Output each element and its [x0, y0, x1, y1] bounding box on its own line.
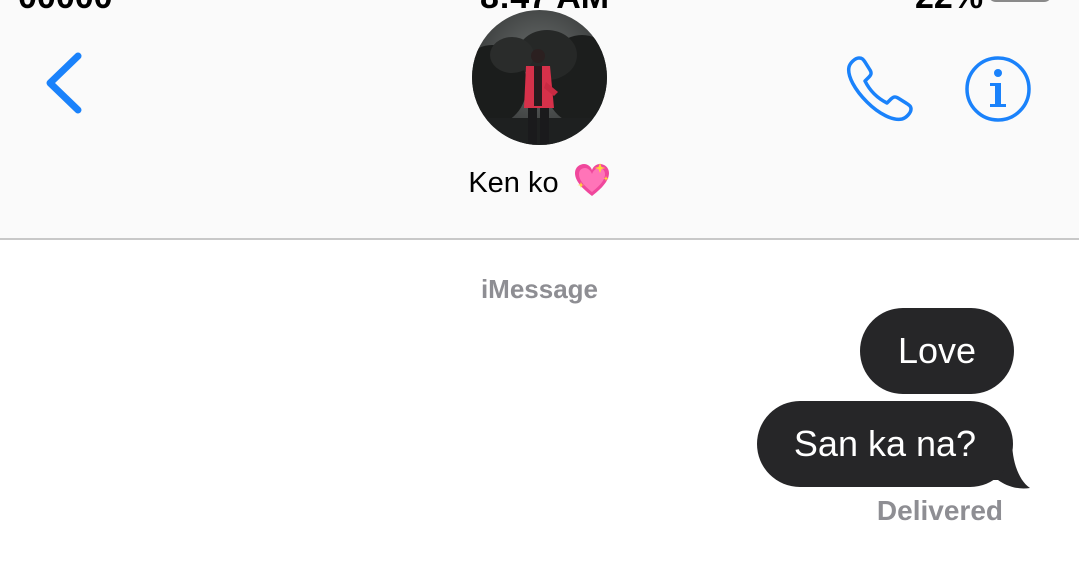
service-label: iMessage — [480, 274, 599, 304]
info-icon — [965, 56, 1031, 122]
avatar-photo — [472, 10, 607, 145]
info-button[interactable] — [963, 54, 1033, 124]
delivery-status: Delivered — [876, 495, 1003, 526]
imessage-screen: 00000 8:47 AM 22% — [0, 0, 1079, 587]
contact-name-text: Ken ko — [468, 167, 559, 199]
contact-avatar[interactable] — [472, 10, 607, 145]
contact-name[interactable]: Ken ko — [0, 162, 1079, 206]
conversation-header: 00000 8:47 AM 22% — [0, 0, 1079, 238]
phone-icon — [846, 56, 913, 122]
call-button[interactable] — [843, 52, 917, 124]
back-button[interactable] — [40, 48, 90, 118]
battery-icon — [988, 0, 1052, 2]
chevron-left-icon — [46, 52, 82, 114]
message-bubble[interactable]: San ka na? — [757, 401, 1013, 487]
battery-percent: 22% — [915, 0, 983, 17]
carrier-signal: 00000 — [18, 0, 113, 17]
sparkling-heart-icon — [573, 162, 611, 206]
status-bar: 00000 8:47 AM 22% — [0, 0, 1079, 16]
header-divider — [0, 238, 1079, 240]
message-bubble[interactable]: Love — [860, 308, 1014, 394]
